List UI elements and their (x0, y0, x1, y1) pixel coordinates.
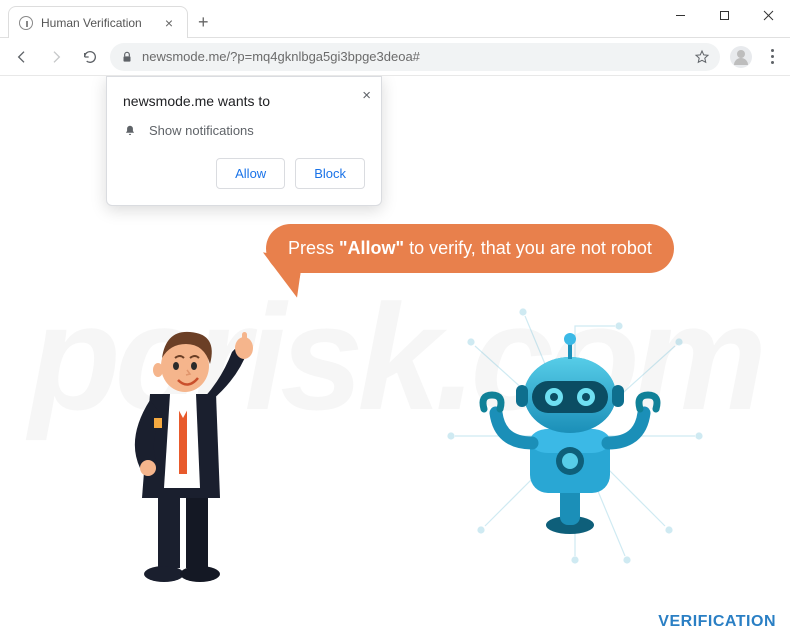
speech-bubble: Press "Allow" to verify, that you are no… (266, 224, 674, 273)
bell-icon (123, 124, 137, 138)
browser-tab[interactable]: Human Verification × (8, 6, 188, 38)
minimize-button[interactable] (658, 0, 702, 30)
reload-button[interactable] (76, 43, 104, 71)
dialog-title: newsmode.me wants to (123, 93, 365, 109)
globe-icon (19, 16, 33, 30)
robot-illustration (460, 325, 680, 545)
bookmark-star-icon[interactable] (694, 49, 710, 65)
allow-button[interactable]: Allow (216, 158, 285, 189)
new-tab-button[interactable]: + (198, 12, 209, 33)
verification-label: VERIFICATION (658, 613, 776, 631)
permission-row: Show notifications (123, 123, 365, 138)
dialog-close-icon[interactable]: × (362, 87, 371, 104)
forward-button[interactable] (42, 43, 70, 71)
url-text: newsmode.me/?p=mq4gknlbga5gi3bpge3deoa# (142, 49, 686, 64)
bubble-text-pre: Press (288, 238, 339, 258)
permission-item-label: Show notifications (149, 123, 254, 138)
tab-close-icon[interactable]: × (161, 15, 177, 31)
bubble-text-post: to verify, that you are not robot (404, 238, 652, 258)
bubble-text-strong: "Allow" (339, 238, 404, 258)
close-window-button[interactable] (746, 0, 790, 30)
window-controls (658, 0, 790, 30)
back-button[interactable] (8, 43, 36, 71)
maximize-button[interactable] (702, 0, 746, 30)
lock-icon (120, 50, 134, 64)
block-button[interactable]: Block (295, 158, 365, 189)
toolbar: newsmode.me/?p=mq4gknlbga5gi3bpge3deoa# (0, 38, 790, 76)
profile-avatar-icon[interactable] (730, 46, 752, 68)
window-titlebar: Human Verification × + (0, 0, 790, 38)
kebab-menu-icon[interactable] (762, 49, 782, 64)
man-illustration (100, 308, 270, 588)
dialog-actions: Allow Block (123, 158, 365, 189)
address-bar[interactable]: newsmode.me/?p=mq4gknlbga5gi3bpge3deoa# (110, 43, 720, 71)
notification-permission-dialog: × newsmode.me wants to Show notification… (106, 76, 382, 206)
page-content: pcrisk.com × newsmode.me wants to Show n… (0, 76, 790, 639)
tab-title: Human Verification (41, 16, 161, 30)
